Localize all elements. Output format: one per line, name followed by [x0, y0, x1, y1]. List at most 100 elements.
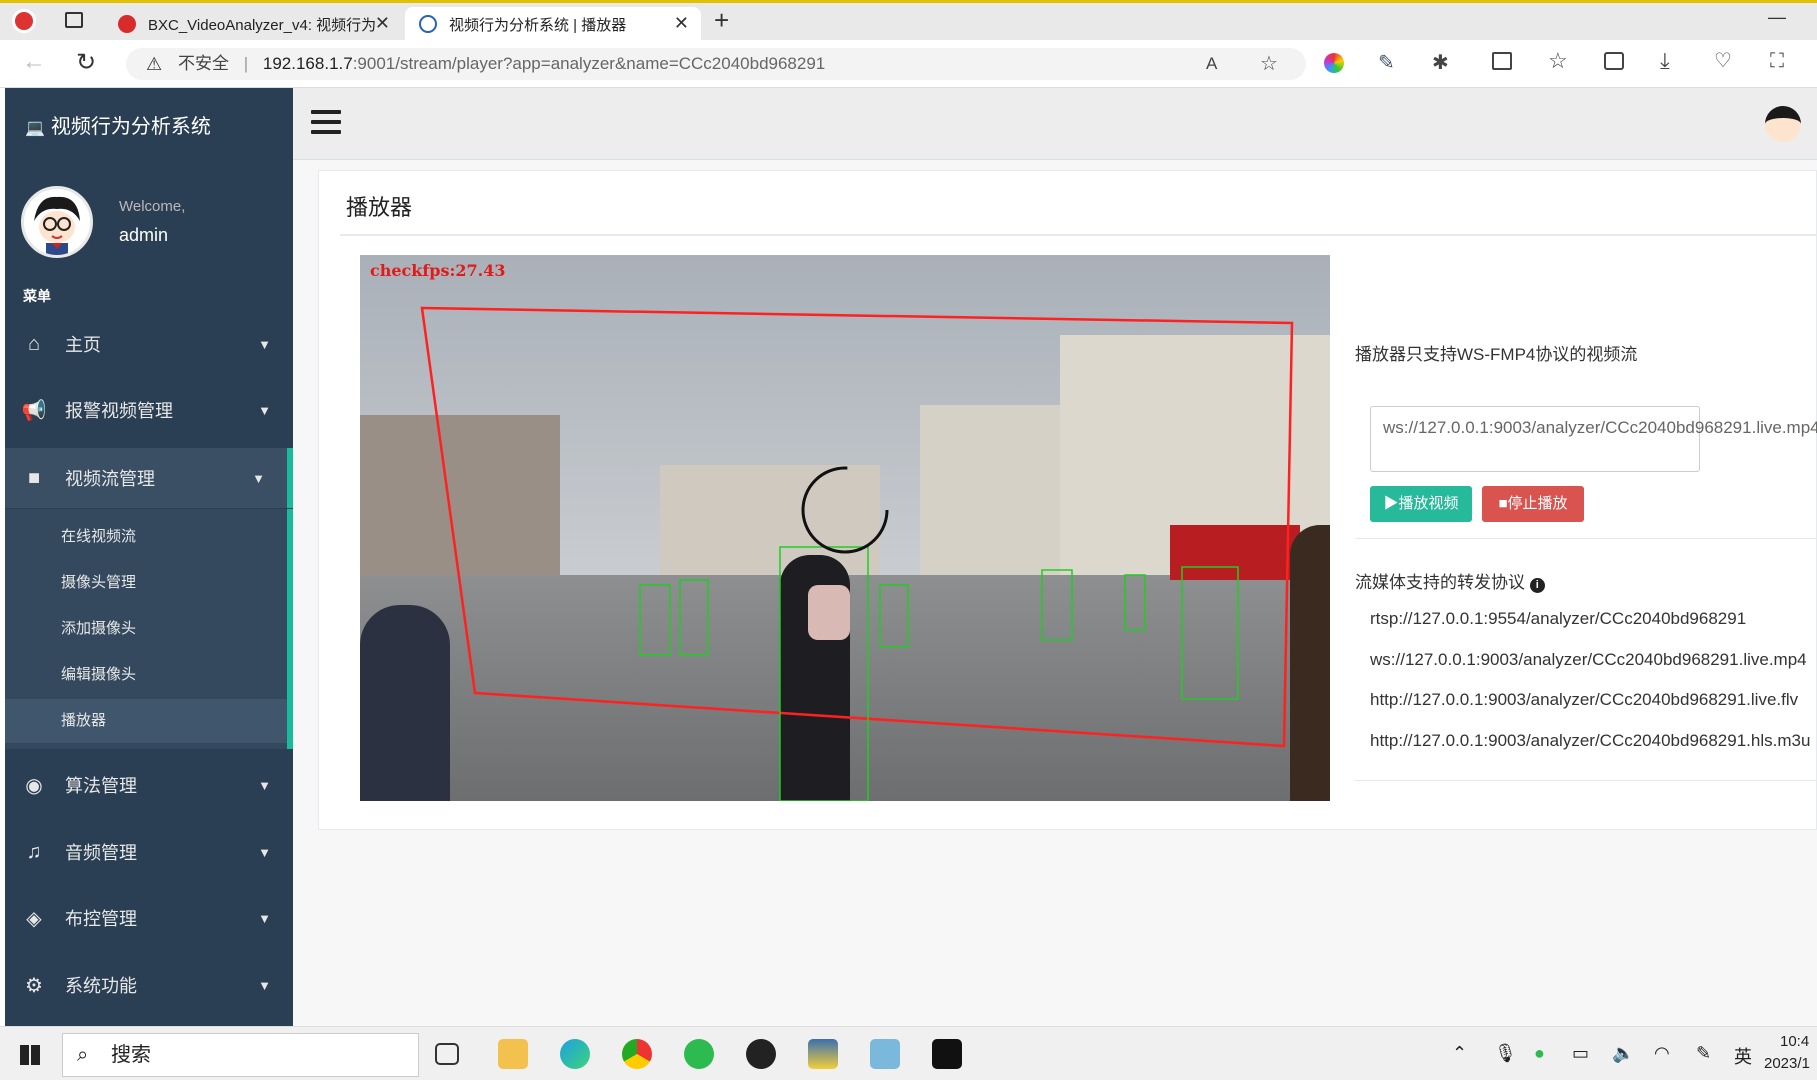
favorite-star-icon[interactable]: ☆ [1260, 48, 1278, 80]
search-placeholder: 搜索 [111, 1044, 151, 1066]
file-explorer-icon[interactable] [498, 1039, 528, 1069]
chevron-down-icon: ▼ [258, 336, 271, 352]
warning-icon: ⚠ [146, 54, 163, 74]
menu-item-home[interactable]: ⌂ 主页 ▼ [5, 314, 293, 374]
notepad-icon[interactable] [870, 1039, 900, 1069]
url-divider: | [243, 54, 249, 73]
video-player[interactable]: checkfps:27.43 [360, 255, 1330, 801]
tab-favicon-icon [118, 15, 136, 33]
info-icon[interactable]: i [1529, 578, 1545, 593]
menu-item-system[interactable]: ⚙ 系统功能 ▼ [5, 955, 293, 1015]
avatar [21, 186, 93, 258]
brand-title: 视频行为分析系统 [50, 116, 211, 138]
search-icon: ⌕ [77, 1044, 89, 1066]
obs-icon[interactable] [746, 1039, 776, 1069]
pen-tray-icon[interactable]: ✎ [1696, 1043, 1711, 1064]
play-button[interactable]: ▶播放视频 [1370, 486, 1472, 522]
menu-heading: 菜单 [23, 288, 51, 304]
download-icon[interactable]: ⤓ [1660, 48, 1670, 74]
tray-chevron-icon[interactable]: ⌃ [1452, 1043, 1467, 1064]
welcome-text: Welcome, [119, 198, 186, 215]
submenu-item-camera-manage[interactable]: 摄像头管理 [61, 571, 136, 592]
detection-box [639, 584, 671, 656]
ws-notice: 播放器只支持WS-FMP4协议的视频流 [1355, 345, 1638, 364]
microphone-icon[interactable]: 🎙 [1494, 1043, 1517, 1064]
tab-videoanalyzer[interactable]: BXC_VideoAnalyzer_v4: 视频行为 ✕ [104, 7, 402, 41]
stop-button[interactable]: ■停止播放 [1482, 486, 1584, 522]
taskbar-search[interactable]: ⌕ 搜索 [62, 1033, 419, 1077]
clock-date[interactable]: 2023/1 [1764, 1055, 1810, 1072]
pen-icon[interactable]: ✎ [1378, 50, 1395, 75]
close-icon[interactable]: ✕ [674, 13, 689, 34]
menu-item-audio[interactable]: ♫ 音频管理 ▼ [5, 822, 293, 882]
roi-polygon [420, 306, 1294, 748]
home-icon: ⌂ [27, 332, 41, 355]
wechat-tray-icon[interactable]: ● [1534, 1043, 1545, 1064]
network-icon[interactable]: ◠ [1654, 1043, 1670, 1064]
play-label: 播放视频 [1398, 495, 1459, 512]
ws-url-textarea[interactable]: ws://127.0.0.1:9003/analyzer/CCc2040bd96… [1370, 406, 1817, 472]
task-view-icon[interactable] [435, 1043, 459, 1065]
refresh-icon[interactable]: ↻ [76, 48, 96, 77]
loading-spinner [801, 466, 889, 554]
windows-start-icon[interactable] [20, 1045, 40, 1065]
user-avatar-small[interactable] [1765, 106, 1801, 142]
tab-player[interactable]: 视频行为分析系统 | 播放器 ✕ [405, 7, 701, 41]
back-icon[interactable]: ← [22, 48, 46, 76]
chevron-down-icon: ▼ [258, 844, 271, 860]
menu-item-label: 布控管理 [65, 909, 137, 929]
detection-overlay [420, 306, 1294, 801]
screenshot-icon[interactable]: ⛶ [1770, 50, 1784, 73]
eye-icon: ◉ [25, 774, 43, 797]
protocol-flv: http://127.0.0.1:9003/analyzer/CCc2040bd… [1370, 690, 1799, 709]
protocols-heading-text: 流媒体支持的转发协议 [1355, 573, 1525, 592]
python-icon[interactable] [808, 1039, 838, 1069]
stop-icon: ■ [1498, 495, 1508, 512]
favorites-icon[interactable]: ☆ [1548, 48, 1568, 74]
tab-actions-icon[interactable] [65, 12, 83, 28]
menu-item-stream[interactable]: ■ 视频流管理 ▼ [5, 448, 293, 508]
submenu-item-edit-camera[interactable]: 编辑摄像头 [61, 663, 136, 684]
brand[interactable]: 💻 视频行为分析系统 [25, 110, 211, 139]
detection-box [1041, 569, 1073, 641]
menu-item-alarm-video[interactable]: 📢 报警视频管理 ▼ [5, 380, 293, 440]
volume-icon[interactable]: 🔈 [1612, 1043, 1634, 1064]
split-screen-icon[interactable] [1492, 52, 1512, 70]
browser-tab-bar: BXC_VideoAnalyzer_v4: 视频行为 ✕ 视频行为分析系统 | … [0, 0, 1817, 41]
wechat-icon[interactable] [684, 1039, 714, 1069]
close-icon[interactable]: ✕ [375, 13, 390, 34]
chevron-down-icon: ▼ [258, 910, 271, 926]
url-field[interactable]: ⚠ 不安全 | 192.168.1.7:9001/stream/player?a… [126, 48, 1306, 80]
chrome-icon[interactable] [622, 1039, 652, 1069]
menu-item-control[interactable]: ◈ 布控管理 ▼ [5, 888, 293, 948]
sidebar: 💻 视频行为分析系统 Welcome, admin 菜单 ⌂ 主页 ▼ 📢 报警视… [5, 88, 293, 1026]
collections-icon[interactable] [1604, 52, 1624, 70]
submenu-item-player[interactable]: 播放器 [5, 699, 287, 743]
cube-icon: ◈ [26, 907, 42, 930]
detection-box [1181, 566, 1239, 700]
menu-item-label: 视频流管理 [65, 469, 155, 489]
browser-profile-icon[interactable] [12, 9, 36, 33]
new-tab-icon[interactable]: + [714, 5, 729, 36]
address-bar-row: ← ↻ ⚠ 不安全 | 192.168.1.7:9001/stream/play… [0, 40, 1817, 88]
terminal-icon[interactable] [932, 1039, 962, 1069]
submenu-item-online-streams[interactable]: 在线视频流 [61, 525, 136, 546]
color-extension-icon[interactable] [1324, 53, 1344, 73]
minimize-icon[interactable]: — [1768, 7, 1786, 28]
top-nav [293, 88, 1817, 160]
divider [1355, 538, 1817, 539]
performance-icon[interactable]: ♡ [1714, 48, 1732, 73]
menu-item-algorithm[interactable]: ◉ 算法管理 ▼ [5, 755, 293, 815]
submenu-item-add-camera[interactable]: 添加摄像头 [61, 617, 136, 638]
extensions-icon[interactable]: ✱ [1432, 50, 1449, 75]
stream-submenu: 在线视频流 摄像头管理 添加摄像头 编辑摄像头 播放器 [5, 509, 293, 749]
ime-indicator[interactable]: 英 [1734, 1043, 1752, 1069]
bullhorn-icon: 📢 [21, 399, 47, 422]
read-aloud-icon[interactable]: A [1206, 48, 1217, 80]
menu-item-label: 音频管理 [65, 843, 137, 863]
chevron-down-icon: ▼ [258, 977, 271, 993]
menu-toggle-icon[interactable] [311, 110, 341, 140]
clock-time[interactable]: 10:4 [1780, 1033, 1809, 1050]
battery-icon[interactable]: ▭ [1572, 1043, 1589, 1064]
edge-icon[interactable] [560, 1039, 590, 1069]
